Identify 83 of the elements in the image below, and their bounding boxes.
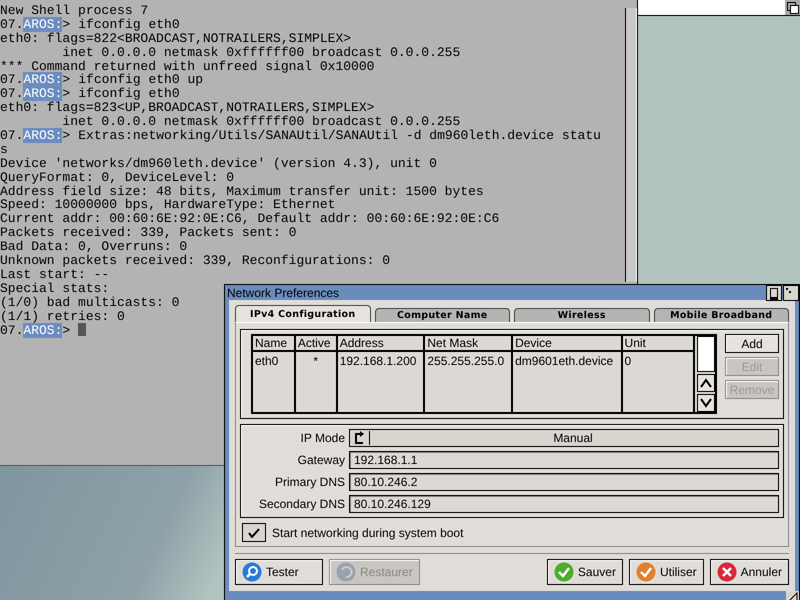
cycle-icon bbox=[352, 431, 370, 445]
table-cell: eth0 bbox=[253, 351, 295, 370]
column-header: Address bbox=[336, 336, 424, 351]
shell-output-line: *** Command returned with unfreed signal 0x10000 bbox=[0, 60, 374, 74]
scrollbar[interactable] bbox=[696, 336, 715, 372]
column-header: Net Mask bbox=[424, 336, 512, 351]
prompt-sign: > bbox=[62, 128, 70, 144]
input-field[interactable]: 192.168.1.1 bbox=[349, 451, 779, 469]
shell-output-line: Address field size: 48 bits, Maximum transfer unit: 1500 bytes bbox=[0, 184, 484, 198]
shell-output-line: (1/0) bad multicasts: 0 bbox=[0, 296, 180, 310]
shell-output-line: Unknown packets received: 339, Reconfigurations: 0 bbox=[0, 254, 390, 268]
prompt-name: AROS: bbox=[23, 323, 62, 338]
dialog-button[interactable]: Annuler bbox=[710, 559, 789, 585]
shell-output-line: QueryFormat: 0, DeviceLevel: 0 bbox=[0, 170, 234, 185]
prompt-name: AROS: bbox=[23, 16, 62, 32]
dialog-button[interactable]: Sauver bbox=[546, 559, 623, 585]
zoom-gadget-icon[interactable] bbox=[766, 284, 782, 300]
shell-output-line: s bbox=[0, 142, 8, 157]
prompt-number: 07. bbox=[0, 16, 24, 32]
scroll-up-button[interactable] bbox=[696, 374, 715, 392]
prompt-number: 07. bbox=[0, 323, 24, 338]
search-icon bbox=[242, 562, 262, 582]
shell-command: ifconfig eth0 bbox=[78, 86, 180, 102]
input-field[interactable]: 80.10.246.2 bbox=[349, 473, 779, 491]
input-field[interactable]: 80.10.246.129 bbox=[349, 495, 779, 513]
column-header: Device bbox=[512, 336, 622, 351]
checkmark-icon bbox=[636, 562, 656, 582]
shell-output-line: Current addr: 00:60:6E:92:0E:C6, Default addr: 00:60:6E:92:0E:C6 bbox=[0, 212, 500, 226]
text-cursor bbox=[78, 323, 86, 336]
tab[interactable]: Mobile Broadband bbox=[654, 308, 789, 322]
checkmark-icon bbox=[248, 528, 260, 538]
list-button[interactable]: Add bbox=[725, 334, 779, 353]
close-icon bbox=[716, 562, 737, 582]
shell-output-line: Speed: 10000000 bps, HardwareType: Ethernet bbox=[0, 198, 336, 212]
field-label: Secondary DNS bbox=[258, 497, 345, 511]
shell-output-line: (1/1) retries: 0 bbox=[0, 310, 125, 324]
prompt-sign: > bbox=[62, 16, 70, 32]
shell-output-line: New Shell process 7 bbox=[0, 4, 148, 18]
shell-command: ifconfig eth0 up bbox=[78, 72, 204, 88]
tab[interactable]: Computer Name bbox=[374, 308, 510, 322]
table-cell: 192.168.1.200 bbox=[336, 351, 424, 370]
field-label: IP Mode bbox=[300, 431, 345, 445]
prompt-name: AROS: bbox=[23, 128, 62, 144]
shell-output-line: Packets received: 339, Packets sent: 0 bbox=[0, 226, 296, 240]
depth-gadget-icon[interactable] bbox=[783, 284, 799, 300]
shell-command: Extras:networking/Utils/SANAUtil/SANAUtil -d dm960leth.device statu bbox=[78, 128, 601, 144]
shell-output-line: Special stats: bbox=[0, 282, 110, 296]
prompt-sign: > bbox=[62, 323, 70, 338]
prompt-sign: > bbox=[62, 72, 70, 88]
tab[interactable]: Wireless bbox=[514, 308, 650, 322]
shell-output-line: Bad Data: 0, Overruns: 0 bbox=[0, 240, 188, 254]
prompt-name: AROS: bbox=[23, 72, 62, 88]
prompt-number: 07. bbox=[0, 128, 24, 144]
field-label: Gateway bbox=[296, 453, 345, 467]
table-cell: 0 bbox=[622, 351, 693, 370]
ip-mode-cycle-button[interactable]: Manual bbox=[349, 429, 779, 447]
shell-output-line: inet 0.0.0.0 netmask 0xffffff00 broadcast 0.0.0.255 bbox=[61, 115, 460, 130]
column-header: Name bbox=[253, 336, 295, 351]
checkbox-label: Start networking during system boot bbox=[272, 526, 464, 540]
shell-command: ifconfig eth0 bbox=[78, 16, 180, 32]
prompt-sign: > bbox=[62, 86, 70, 102]
prompt-name: AROS: bbox=[23, 86, 62, 102]
prompt-number: 07. bbox=[0, 72, 24, 88]
shell-output-line: eth0: flags=822<BROADCAST,NOTRAILERS,SIMPLEX> bbox=[0, 32, 352, 46]
checkbox[interactable] bbox=[242, 523, 266, 542]
table-cell: * bbox=[294, 351, 337, 370]
field-label: Primary DNS bbox=[274, 475, 345, 489]
depth-gadget-icon[interactable] bbox=[785, 0, 800, 15]
restore-icon bbox=[336, 562, 356, 582]
tab[interactable]: IPv4 Configuration bbox=[235, 305, 370, 322]
shell-output-line: inet 0.0.0.0 netmask 0xffffff00 broadcast 0.0.0.255 bbox=[62, 46, 460, 60]
window-title: Network Preferences bbox=[226, 286, 340, 300]
table-cell: dm9601eth.device bbox=[512, 351, 622, 370]
shell-output-line: Device 'networks/dm960leth.device' (version 4.3), unit 0 bbox=[0, 156, 437, 171]
shell-output-line: eth0: flags=823<UP,BROADCAST,NOTRAILERS,SIMPLEX> bbox=[0, 101, 374, 116]
scroll-down-button[interactable] bbox=[696, 394, 715, 412]
table-cell: 255.255.255.0 bbox=[424, 351, 512, 370]
column-header: Active bbox=[294, 336, 337, 351]
shell-output-line: Last start: -- bbox=[0, 268, 110, 282]
dialog-button[interactable]: Utiliser bbox=[628, 559, 704, 585]
prompt-number: 07. bbox=[0, 86, 24, 102]
checkmark-icon bbox=[554, 562, 574, 582]
dialog-button[interactable]: Tester bbox=[235, 559, 323, 585]
